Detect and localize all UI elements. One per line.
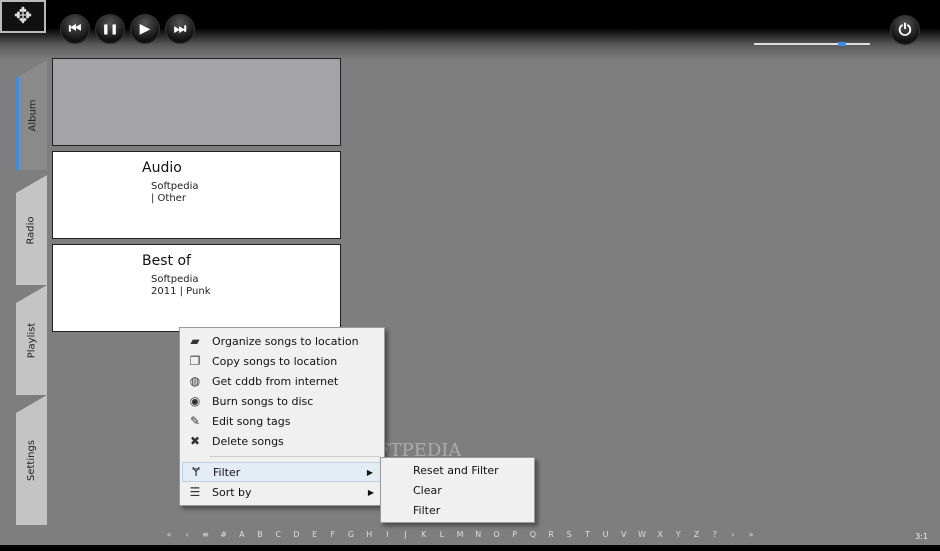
menu-item-filter[interactable]: Ɏ Filter ▶ [182,462,382,482]
menu-label: Clear [413,483,442,497]
alphabet-letter[interactable]: C [269,530,287,539]
edit-icon: ✎ [189,414,201,428]
next-button[interactable]: ⏭ [165,14,195,44]
menu-separator [210,456,380,457]
alphabet-letter[interactable]: R [542,530,560,539]
menu-item[interactable]: ✖ Delete songs [182,431,382,451]
alphabet-letter[interactable]: P [506,530,524,539]
alphabet-letter[interactable]: S [560,530,578,539]
context-menu: ▰ Organize songs to location ❐ Copy songs t… [179,327,385,506]
bottom-bar [0,545,940,551]
menu-item-filter-submenu[interactable]: Filter [383,500,532,520]
move-arrows-icon[interactable]: ✥ [0,0,46,33]
alphabet-letter[interactable]: I [378,530,396,539]
page-indicator: 3:1 [915,532,928,541]
album-artist: Softpedia [151,274,199,285]
alphabet-letter[interactable]: L [433,530,451,539]
alphabet-letter[interactable]: Q [524,530,542,539]
alphabet-letter[interactable]: E [306,530,324,539]
album-card[interactable]: Audio Softpedia | Other [52,151,341,239]
filter-icon: Ɏ [192,465,200,479]
menu-label: Copy songs to location [212,354,338,368]
menu-item[interactable]: ◉ Burn songs to disc [182,391,382,411]
alphabet-letter[interactable]: ? [706,530,724,539]
tab-radio[interactable]: Radio [16,175,47,285]
tab-label: Album [27,98,39,132]
tab-album[interactable]: Album [16,60,47,170]
alphabet-letter[interactable]: V [615,530,633,539]
delete-icon: ✖ [189,434,201,448]
alphabet-letter[interactable]: N [469,530,487,539]
album-info: | Other [151,193,186,204]
menu-item[interactable]: ◍ Get cddb from internet [182,371,382,391]
pause-button[interactable]: ❚❚ [95,14,125,44]
alphabet-letter[interactable]: Z [687,530,705,539]
menu-label: Filter [213,465,241,479]
alphabet-letter[interactable]: M [451,530,469,539]
menu-item[interactable]: ❐ Copy songs to location [182,351,382,371]
album-card[interactable] [52,58,341,146]
alphabet-letter[interactable]: › [724,530,742,539]
menu-label: Sort by [212,485,252,499]
copy-icon: ❐ [189,354,201,368]
menu-item[interactable]: ▰ Organize songs to location [182,331,382,351]
alphabet-letter[interactable]: G [342,530,360,539]
previous-button[interactable]: ⏮ [60,14,90,44]
album-info: 2011 | Punk [151,286,211,297]
alphabet-letter[interactable]: ‹ [178,530,196,539]
alphabet-letter[interactable]: J [396,530,414,539]
alphabet-letter[interactable]: B [251,530,269,539]
sort-icon: ☰ [189,485,201,499]
album-card[interactable]: Best of Softpedia 2011 | Punk [52,244,341,332]
menu-label: Organize songs to location [212,334,359,348]
album-title: Best of [142,253,191,269]
alphabet-letter[interactable]: F [324,530,342,539]
album-artist: Softpedia [151,181,199,192]
menu-label: Edit song tags [212,414,291,428]
menu-item[interactable]: ✎ Edit song tags [182,411,382,431]
play-button[interactable]: ▶ [130,14,160,44]
globe-icon: ◍ [189,374,201,388]
tab-label: Radio [25,215,37,245]
menu-label: Reset and Filter [413,463,499,477]
menu-label: Burn songs to disc [212,394,314,408]
menu-item-clear[interactable]: Clear [383,480,532,500]
alphabet-letter[interactable]: # [215,530,233,539]
folder-icon: ▰ [190,334,200,348]
alphabet-letter[interactable]: H [360,530,378,539]
menu-label: Delete songs [212,434,284,448]
volume-slider[interactable] [754,42,870,46]
menu-label: Get cddb from internet [212,374,339,388]
alphabet-letter[interactable]: K [415,530,433,539]
alphabet-letter[interactable]: ≡ [196,530,214,539]
album-title: Audio [142,160,182,176]
alphabet-letter[interactable]: X [651,530,669,539]
alphabet-letter[interactable]: W [633,530,651,539]
tab-label: Settings [26,439,38,481]
alphabet-letter[interactable]: T [578,530,596,539]
volume-thumb[interactable] [838,42,847,46]
alphabet-letter[interactable]: « [160,530,178,539]
menu-label: Filter [413,503,441,517]
submenu-arrow-icon: ▶ [366,467,373,477]
alphabet-letter[interactable]: D [287,530,305,539]
alphabet-letter[interactable]: A [233,530,251,539]
menu-item-reset-and-filter[interactable]: Reset and Filter [383,460,532,480]
alphabet-letter[interactable]: » [742,530,760,539]
alphabet-letter[interactable]: O [487,530,505,539]
tab-playlist[interactable]: Playlist [16,285,47,395]
alphabet-letter[interactable]: U [597,530,615,539]
alphabet-letter[interactable]: Y [669,530,687,539]
tab-settings[interactable]: Settings [16,395,47,525]
alphabet-index: «‹ ≡ # A B C D E F G H I J K L M N O P Q R S T U V W X Y Z? ›» [160,530,760,539]
filter-submenu: Reset and Filter Clear Filter [380,457,535,523]
tab-label: Playlist [26,322,38,358]
disc-icon: ◉ [189,394,201,408]
submenu-arrow-icon: ▶ [367,487,374,497]
menu-item-sort-by[interactable]: ☰ Sort by ▶ [182,482,382,502]
power-button[interactable]: ⏻ [890,15,920,45]
